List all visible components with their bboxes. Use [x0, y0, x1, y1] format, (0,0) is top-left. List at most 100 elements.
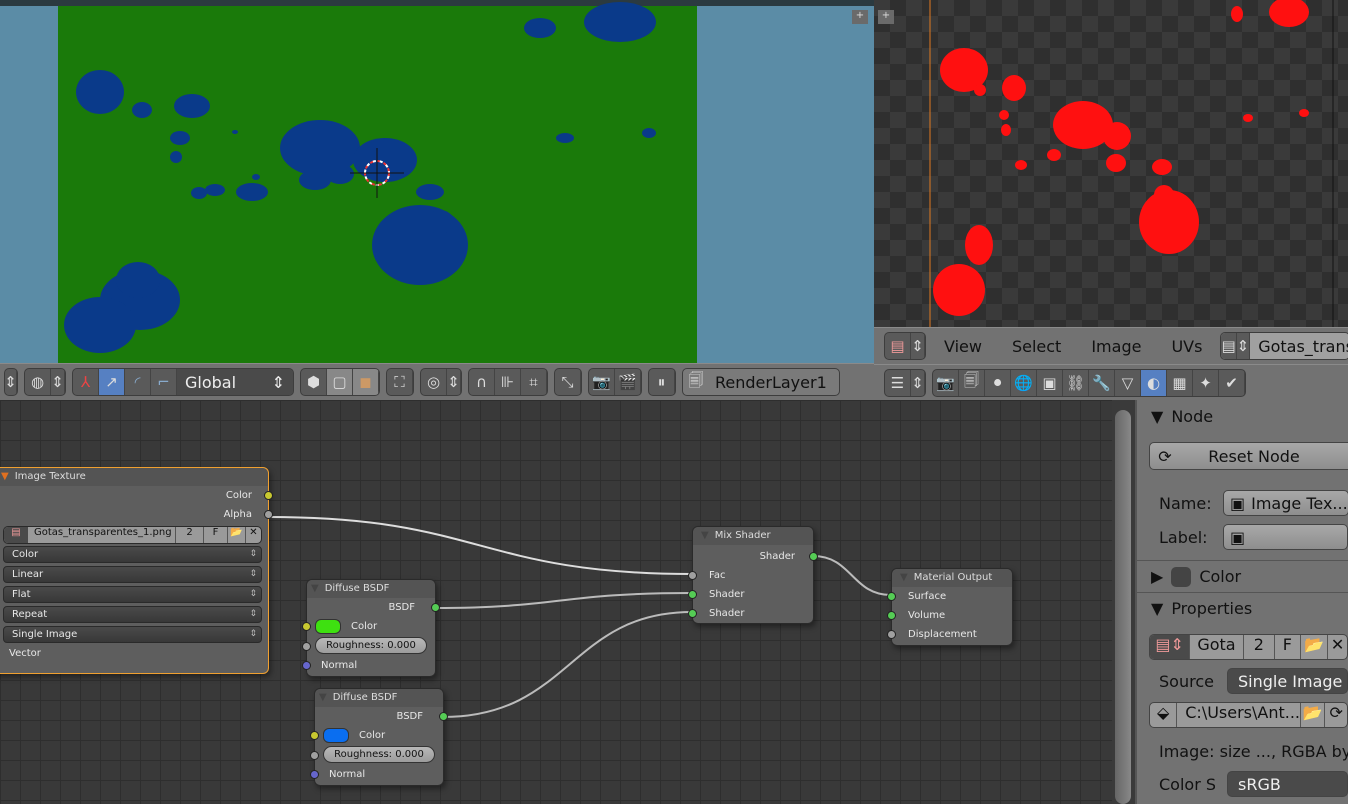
color-swatch[interactable]	[323, 727, 349, 743]
modifier-icon[interactable]: 🔧	[1089, 369, 1115, 396]
socket-grey[interactable]	[264, 510, 273, 519]
open-folder-icon[interactable]: 📂	[1299, 635, 1328, 659]
node-editor[interactable]: ▼ Image Texture Color Alpha ▤ Gotas_trans…	[0, 400, 1112, 804]
data-icon[interactable]: ▽	[1115, 369, 1141, 396]
node-header[interactable]: ▼ Mix Shader	[693, 527, 813, 545]
3d-viewport[interactable]: +	[0, 0, 874, 363]
menu-image[interactable]: Image	[1079, 337, 1153, 356]
open-folder-icon[interactable]: 📂	[227, 527, 245, 543]
node-mix-shader[interactable]: ▼ Mix Shader Shader Fac Shader Shader	[688, 526, 818, 624]
name-field[interactable]: ▣ Image Tex...	[1223, 490, 1348, 516]
users-count[interactable]: 2	[175, 527, 203, 543]
projection-select[interactable]: Flat	[3, 586, 262, 603]
magnet-icon[interactable]: ∩	[469, 369, 495, 395]
socket-blue[interactable]	[302, 661, 311, 670]
interpolation-select[interactable]: Linear	[3, 566, 262, 583]
panel-node-header[interactable]: ▼ Node	[1137, 400, 1348, 432]
socket-yellow[interactable]	[264, 491, 273, 500]
constraints-icon[interactable]: ⛓	[1063, 369, 1089, 396]
image-canvas[interactable]	[874, 0, 1348, 327]
node-header[interactable]: ▼ Diffuse BSDF	[315, 689, 443, 707]
node-diffuse-bsdf-green[interactable]: ▼ Diffuse BSDF BSDF Color Roughness: 0.00…	[302, 579, 440, 677]
label-field[interactable]: ▣	[1223, 524, 1348, 550]
reset-node-button[interactable]: ⟳ Reset Node	[1149, 442, 1348, 470]
image-icon[interactable]: ▤	[4, 527, 28, 543]
snap-target-icon[interactable]: ⌗	[521, 369, 547, 395]
snap-element-icon[interactable]: ⊪	[495, 369, 521, 395]
roughness-field[interactable]: Roughness: 0.000	[323, 746, 435, 763]
socket-blue[interactable]	[310, 770, 319, 779]
opengl-render-icon[interactable]: 📷	[589, 369, 615, 395]
socket-grey[interactable]	[688, 571, 697, 580]
rotate-icon[interactable]: ◜	[125, 369, 151, 395]
image-browse-field[interactable]: ▤ ⇕ Gotas_trans	[1220, 332, 1348, 360]
source-select[interactable]: Single Image	[3, 626, 262, 643]
menu-uvs[interactable]: UVs	[1159, 337, 1214, 356]
color-space-select[interactable]: Color	[3, 546, 262, 563]
uv-sync-button[interactable]: ⤡	[554, 368, 582, 396]
node-material-output[interactable]: ▼ Material Output Surface Volume Displace…	[887, 568, 1013, 646]
node-header[interactable]: ▼ Image Texture	[0, 468, 268, 486]
area-split-icon[interactable]: +	[878, 10, 894, 24]
orientation-select[interactable]: Global ⇕	[177, 369, 293, 395]
roughness-field[interactable]: Roughness: 0.000	[315, 637, 427, 654]
image-icon[interactable]: ▤⇕	[1150, 635, 1190, 659]
socket-green[interactable]	[887, 611, 896, 620]
menu-select[interactable]: Select	[1000, 337, 1073, 356]
socket-green[interactable]	[439, 712, 448, 721]
socket-green[interactable]	[887, 592, 896, 601]
node-image-texture[interactable]: ▼ Image Texture Color Alpha ▤ Gotas_trans…	[0, 467, 273, 674]
texture-icon[interactable]: ▦	[1167, 369, 1193, 396]
menu-view[interactable]: View	[932, 337, 994, 356]
open-folder-icon[interactable]: 📂	[1300, 703, 1324, 727]
socket-yellow[interactable]	[302, 622, 311, 631]
users-count[interactable]: 2	[1242, 635, 1275, 659]
editor-type-select[interactable]: ☰ ⇕	[884, 368, 926, 397]
socket-grey[interactable]	[310, 751, 319, 760]
opengl-anim-icon[interactable]: 🎬	[615, 369, 641, 395]
socket-green[interactable]	[688, 590, 697, 599]
reload-icon[interactable]: ⟳	[1324, 703, 1347, 727]
image-datablock[interactable]: ▤ Gotas_transparentes_1.png 2 F 📂 ✕	[3, 526, 262, 544]
socket-green[interactable]	[431, 603, 440, 612]
color-space-select[interactable]: sRGB	[1227, 771, 1348, 797]
shading-mode-select[interactable]: ◍ ⇕	[24, 368, 66, 396]
image-datablock[interactable]: ▤⇕ Gota 2 F 📂 ✕	[1149, 634, 1348, 660]
socket-yellow[interactable]	[310, 731, 319, 740]
area-split-icon[interactable]: +	[852, 10, 868, 24]
extension-select[interactable]: Repeat	[3, 606, 262, 623]
edge-select-icon[interactable]: ▢	[327, 369, 353, 395]
object-icon[interactable]: ▣	[1037, 369, 1063, 396]
scale-icon[interactable]: ⌐	[151, 369, 177, 395]
world-icon[interactable]: 🌐	[1011, 369, 1037, 396]
render-layers-icon[interactable]: 🗐	[959, 369, 985, 396]
image-name-field[interactable]: Gota	[1189, 635, 1242, 659]
node-diffuse-bsdf-blue[interactable]: ▼ Diffuse BSDF BSDF Color Roughness: 0.00…	[310, 688, 448, 786]
render-icon[interactable]: 📷	[933, 369, 959, 396]
panel-color-header[interactable]: ▶ Color	[1137, 560, 1348, 592]
close-icon[interactable]: ✕	[245, 527, 261, 543]
material-icon[interactable]: ◐	[1141, 369, 1167, 396]
pause-button[interactable]: ⏸	[648, 368, 676, 396]
socket-grey[interactable]	[887, 630, 896, 639]
scrollbar-thumb[interactable]	[1115, 410, 1131, 804]
vertex-select-icon[interactable]: ⬢	[301, 369, 327, 395]
face-select-icon[interactable]: ◼	[353, 369, 379, 395]
socket-green[interactable]	[688, 609, 697, 618]
image-name-field[interactable]: Gotas_transparentes_1.png	[28, 527, 175, 543]
socket-green[interactable]	[809, 552, 818, 561]
editor-type-select[interactable]: ▤ ⇕	[884, 332, 926, 360]
viewport-canvas[interactable]	[0, 0, 874, 363]
filepath-field[interactable]: ⬙ C:\Users\Ant... 📂 ⟳	[1149, 702, 1348, 728]
translate-icon[interactable]: ↗	[99, 369, 125, 395]
occlude-button[interactable]: ⛶	[386, 368, 414, 396]
socket-grey[interactable]	[302, 642, 311, 651]
color-checkbox[interactable]	[1171, 566, 1192, 587]
color-swatch[interactable]	[315, 618, 341, 634]
panel-properties-header[interactable]: ▼ Properties	[1137, 592, 1348, 624]
source-select[interactable]: Single Image	[1227, 668, 1348, 694]
close-icon[interactable]: ✕	[1327, 635, 1347, 659]
physics-icon[interactable]: ✔	[1219, 369, 1245, 396]
node-header[interactable]: ▼ Material Output	[892, 569, 1012, 587]
render-layer-field[interactable]: 🗐 RenderLayer1	[682, 368, 840, 396]
